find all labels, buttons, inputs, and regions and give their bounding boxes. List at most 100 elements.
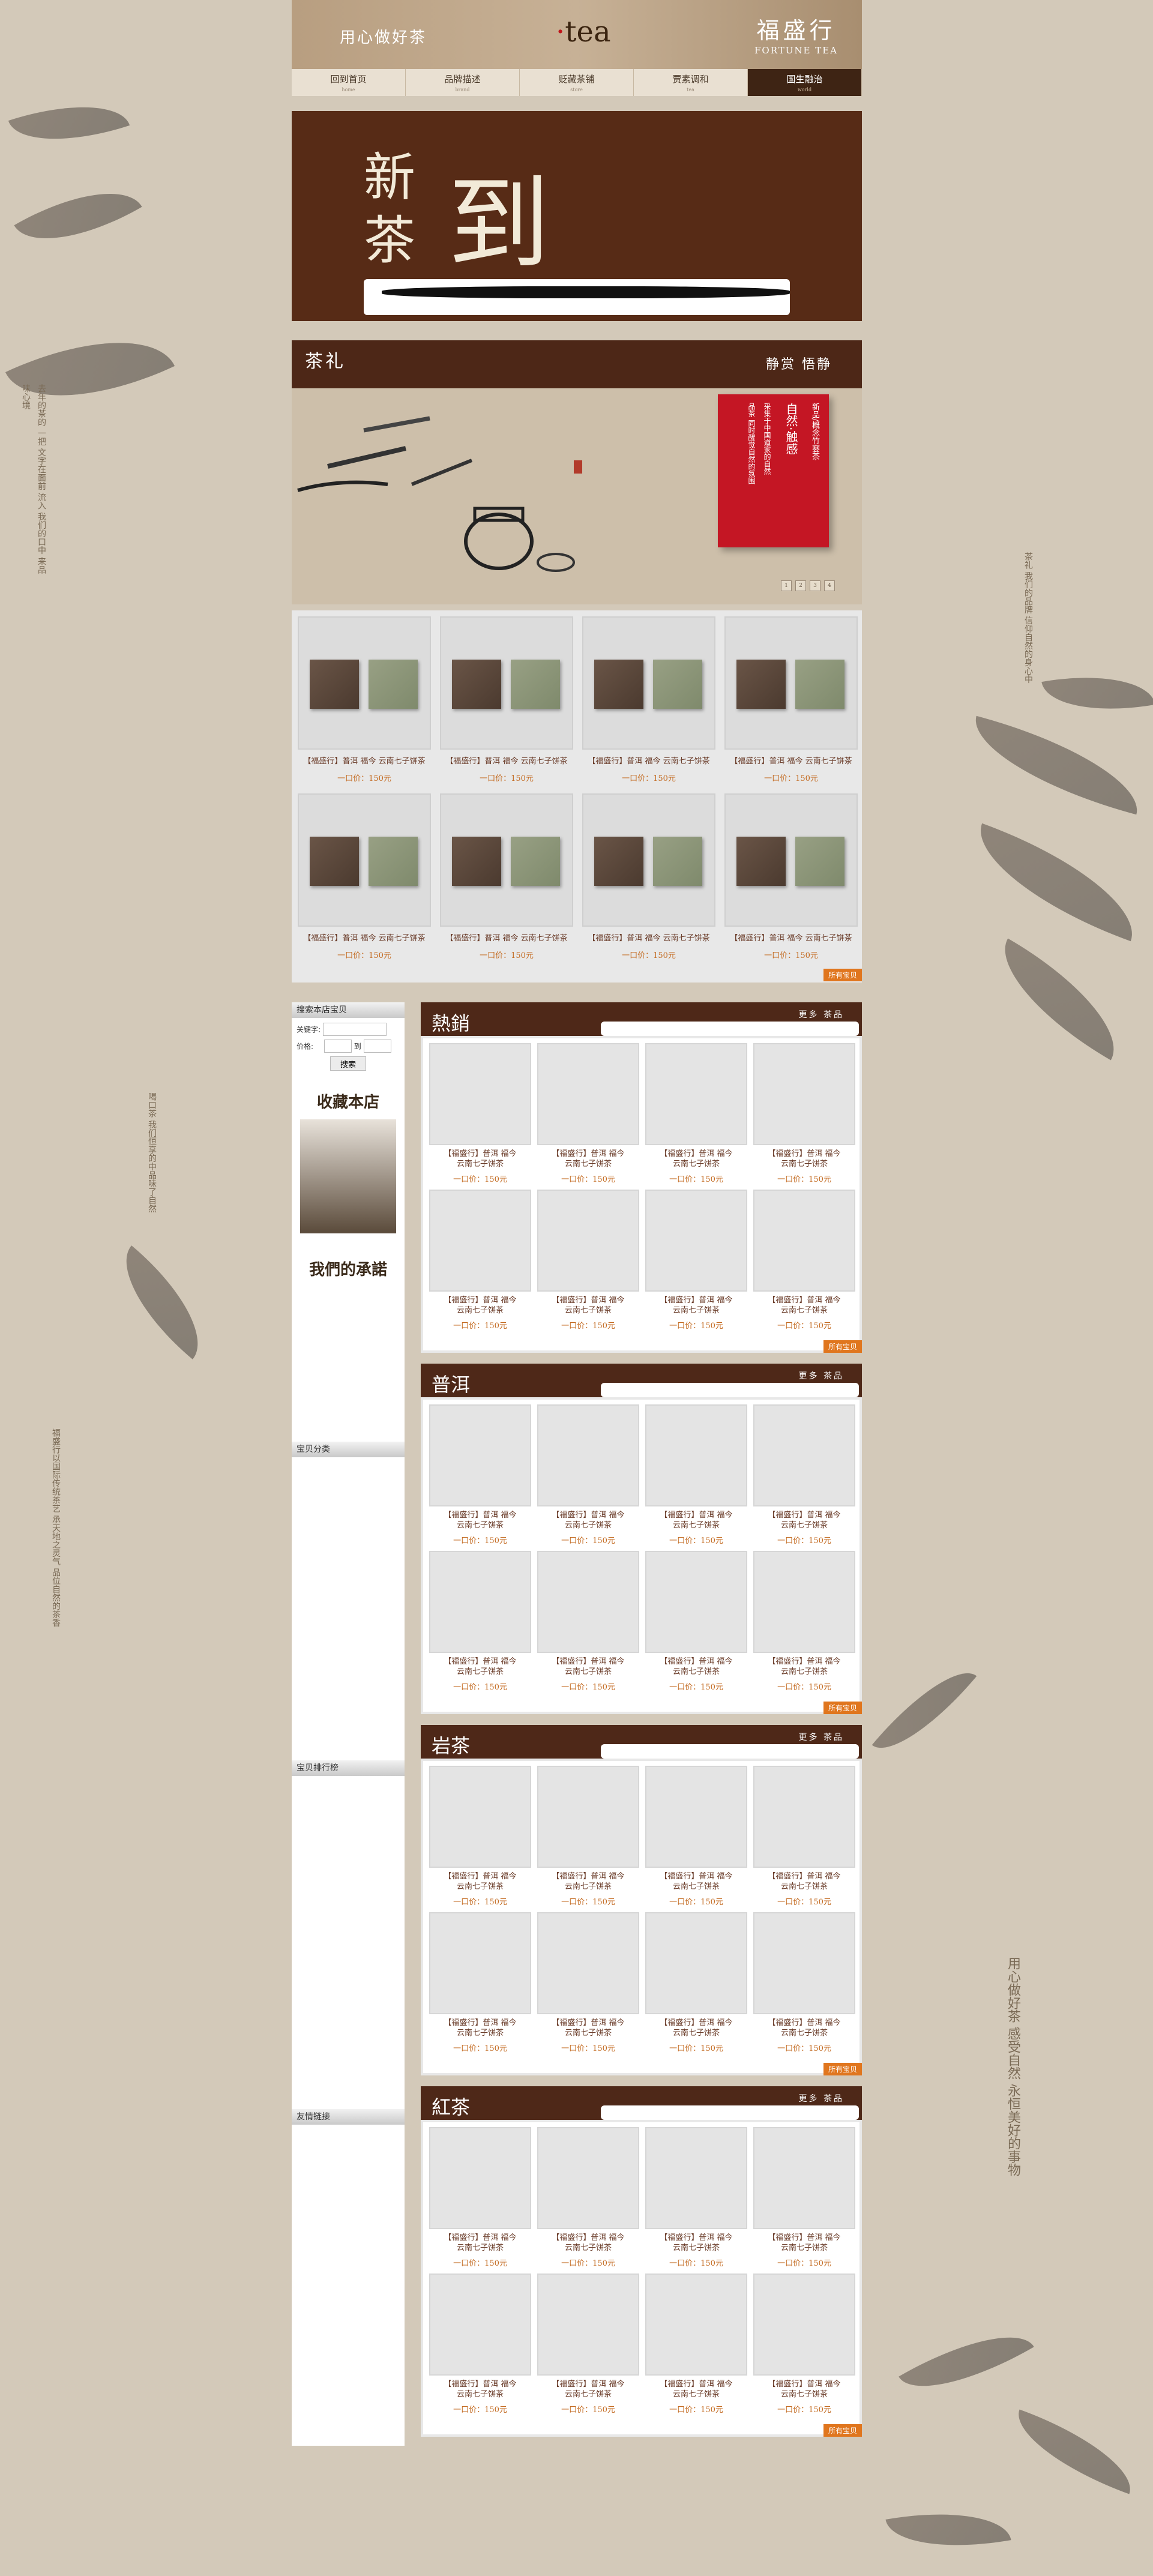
product-title[interactable]: 【福盛行】普洱 福今 云南七子饼茶 [537,1657,639,1677]
product-title[interactable]: 【福盛行】普洱 福今 云南七子饼茶 [440,931,573,943]
product-image[interactable] [582,793,715,927]
product-title[interactable]: 【福盛行】普洱 福今 云南七子饼茶 [753,2018,855,2038]
section-more[interactable]: 更多 茶品 [799,1008,844,1020]
product-image[interactable] [645,1404,747,1506]
product-card[interactable]: 【福盛行】普洱 福今 云南七子饼茶 一口价：150元 [429,2127,531,2268]
product-image[interactable] [753,1404,855,1506]
keyword-input[interactable] [322,1023,387,1036]
product-title[interactable]: 【福盛行】普洱 福今 云南七子饼茶 [298,931,431,943]
product-title[interactable]: 【福盛行】普洱 福今 云南七子饼茶 [429,2018,531,2038]
product-card[interactable]: 【福盛行】普洱 福今 云南七子饼茶 一口价：150元 [429,1043,531,1184]
product-title[interactable]: 【福盛行】普洱 福今 云南七子饼茶 [537,2018,639,2038]
new-tea-banner[interactable]: 新 茶 到 [292,111,862,321]
product-card[interactable]: 【福盛行】普洱 福今 云南七子饼茶 一口价：150元 [429,1551,531,1692]
price-min-input[interactable] [324,1040,352,1053]
product-title[interactable]: 【福盛行】普洱 福今 云南七子饼茶 [753,2233,855,2253]
product-card[interactable]: 【福盛行】普洱 福今 云南七子饼茶 一口价：150元 [429,1766,531,1907]
product-title[interactable]: 【福盛行】普洱 福今 云南七子饼茶 [753,1295,855,1316]
product-title[interactable]: 【福盛行】普洱 福今 云南七子饼茶 [753,1657,855,1677]
product-title[interactable]: 【福盛行】普洱 福今 云南七子饼茶 [440,754,573,766]
product-image[interactable] [645,2274,747,2376]
section-more[interactable]: 更多 茶品 [799,1370,844,1382]
product-card[interactable]: 【福盛行】普洱 福今 云南七子饼茶 一口价：150元 [537,1043,639,1184]
product-card[interactable]: 【福盛行】普洱 福今 云南七子饼茶 一口价：150元 [429,1190,531,1331]
nav-brand[interactable]: 品牌描述 brand [406,69,520,96]
product-card[interactable]: 【福盛行】普洱 福今 云南七子饼茶 一口价：150元 [645,1912,747,2053]
product-image[interactable] [753,1190,855,1292]
product-image[interactable] [537,1912,639,2014]
nav-tea[interactable]: 贾素调和 tea [634,69,748,96]
page-dot[interactable]: 1 [781,580,792,591]
product-image[interactable] [537,2127,639,2229]
product-title[interactable]: 【福盛行】普洱 福今 云南七子饼茶 [537,1149,639,1169]
product-image[interactable] [724,616,858,750]
product-image[interactable] [753,1766,855,1868]
gift-promo-box[interactable]: 新品/概念竹窭茶 自然·触感 采集于中国道家的自然 品茶 同时醒觉自然的氛围 [718,394,829,547]
all-products-link[interactable]: 所有宝贝 [823,1702,862,1714]
all-products-link[interactable]: 所有宝贝 [823,2063,862,2075]
product-title[interactable]: 【福盛行】普洱 福今 云南七子饼茶 [429,1657,531,1677]
section-more[interactable]: 更多 茶品 [799,2092,844,2104]
product-card[interactable]: 【福盛行】普洱 福今 云南七子饼茶 一口价：150元 [724,793,858,960]
product-image[interactable] [645,1190,747,1292]
product-card[interactable]: 【福盛行】普洱 福今 云南七子饼茶 一口价：150元 [724,616,858,783]
product-card[interactable]: 【福盛行】普洱 福今 云南七子饼茶 一口价：150元 [298,616,431,783]
product-card[interactable]: 【福盛行】普洱 福今 云南七子饼茶 一口价：150元 [645,1404,747,1545]
product-title[interactable]: 【福盛行】普洱 福今 云南七子饼茶 [724,931,858,943]
links-head[interactable]: 友情链接 [292,2109,405,2125]
section-more[interactable]: 更多 茶品 [799,1731,844,1743]
product-image[interactable] [537,1551,639,1653]
product-title[interactable]: 【福盛行】普洱 福今 云南七子饼茶 [645,1295,747,1316]
product-image[interactable] [645,1912,747,2014]
product-image[interactable] [753,1912,855,2014]
product-card[interactable]: 【福盛行】普洱 福今 云南七子饼茶 一口价：150元 [537,1912,639,2053]
all-products-link[interactable]: 所有宝贝 [823,969,862,981]
product-image[interactable] [724,793,858,927]
page-dot[interactable]: 4 [824,580,835,591]
product-card[interactable]: 【福盛行】普洱 福今 云南七子饼茶 一口价：150元 [645,1551,747,1692]
product-image[interactable] [537,1766,639,1868]
product-title[interactable]: 【福盛行】普洱 福今 云南七子饼茶 [645,2233,747,2253]
product-image[interactable] [645,1551,747,1653]
product-card[interactable]: 【福盛行】普洱 福今 云南七子饼茶 一口价：150元 [440,793,573,960]
price-max-input[interactable] [363,1040,391,1053]
product-card[interactable]: 【福盛行】普洱 福今 云南七子饼茶 一口价：150元 [537,1766,639,1907]
product-card[interactable]: 【福盛行】普洱 福今 云南七子饼茶 一口价：150元 [537,1551,639,1692]
product-card[interactable]: 【福盛行】普洱 福今 云南七子饼茶 一口价：150元 [753,1043,855,1184]
product-card[interactable]: 【福盛行】普洱 福今 云南七子饼茶 一口价：150元 [645,1766,747,1907]
product-title[interactable]: 【福盛行】普洱 福今 云南七子饼茶 [298,754,431,766]
product-image[interactable] [537,1043,639,1145]
product-card[interactable]: 【福盛行】普洱 福今 云南七子饼茶 一口价：150元 [753,1551,855,1692]
nav-home[interactable]: 回到首页 home [292,69,406,96]
category-head[interactable]: 宝贝分类 [292,1442,405,1457]
product-card[interactable]: 【福盛行】普洱 福今 云南七子饼茶 一口价：150元 [537,1190,639,1331]
product-title[interactable]: 【福盛行】普洱 福今 云南七子饼茶 [429,1295,531,1316]
product-title[interactable]: 【福盛行】普洱 福今 云南七子饼茶 [753,1871,855,1892]
product-image[interactable] [298,793,431,927]
product-card[interactable]: 【福盛行】普洱 福今 云南七子饼茶 一口价：150元 [753,1766,855,1907]
search-button[interactable]: 搜索 [330,1056,366,1071]
product-card[interactable]: 【福盛行】普洱 福今 云南七子饼茶 一口价：150元 [645,2274,747,2415]
product-card[interactable]: 【福盛行】普洱 福今 云南七子饼茶 一口价：150元 [753,1912,855,2053]
product-image[interactable] [440,793,573,927]
product-title[interactable]: 【福盛行】普洱 福今 云南七子饼茶 [724,754,858,766]
all-products-link[interactable]: 所有宝贝 [823,2424,862,2437]
product-card[interactable]: 【福盛行】普洱 福今 云南七子饼茶 一口价：150元 [582,793,715,960]
product-title[interactable]: 【福盛行】普洱 福今 云南七子饼茶 [537,1295,639,1316]
product-image[interactable] [645,1766,747,1868]
all-products-link[interactable]: 所有宝贝 [823,1340,862,1353]
product-title[interactable]: 【福盛行】普洱 福今 云南七子饼茶 [429,1510,531,1530]
product-title[interactable]: 【福盛行】普洱 福今 云南七子饼茶 [645,1871,747,1892]
product-card[interactable]: 【福盛行】普洱 福今 云南七子饼茶 一口价：150元 [645,2127,747,2268]
nav-store[interactable]: 贬藏茶铺 store [520,69,634,96]
product-title[interactable]: 【福盛行】普洱 福今 云南七子饼茶 [645,2018,747,2038]
product-image[interactable] [582,616,715,750]
product-title[interactable]: 【福盛行】普洱 福今 云南七子饼茶 [645,1149,747,1169]
product-title[interactable]: 【福盛行】普洱 福今 云南七子饼茶 [537,1510,639,1530]
product-card[interactable]: 【福盛行】普洱 福今 云南七子饼茶 一口价：150元 [582,616,715,783]
product-image[interactable] [537,1404,639,1506]
product-title[interactable]: 【福盛行】普洱 福今 云南七子饼茶 [582,754,715,766]
product-card[interactable]: 【福盛行】普洱 福今 云南七子饼茶 一口价：150元 [753,1190,855,1331]
product-card[interactable]: 【福盛行】普洱 福今 云南七子饼茶 一口价：150元 [440,616,573,783]
product-card[interactable]: 【福盛行】普洱 福今 云南七子饼茶 一口价：150元 [429,1404,531,1545]
